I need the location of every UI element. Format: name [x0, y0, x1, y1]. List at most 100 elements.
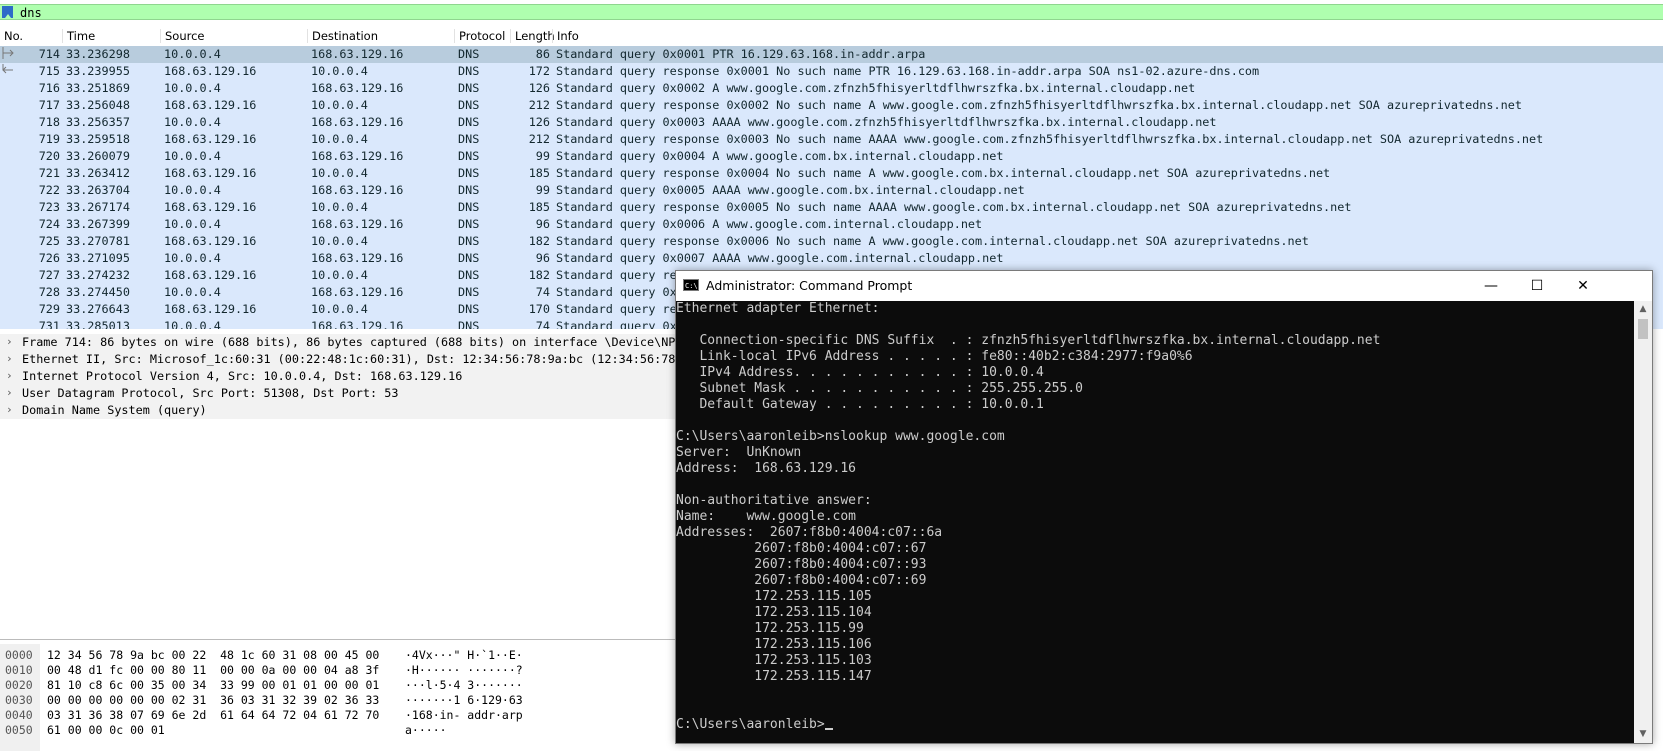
- column-header-length[interactable]: Length: [510, 29, 555, 43]
- scroll-down-icon[interactable]: ▼: [1634, 726, 1652, 743]
- scroll-up-icon[interactable]: ▲: [1634, 301, 1652, 318]
- hex-bytes: 03 31 36 38 07 69 6e 2d 61 64 64 72 04 6…: [47, 708, 380, 722]
- cell-len: 172: [528, 64, 550, 78]
- console-line: Link-local IPv6 Address . . . . . : fe80…: [676, 349, 1193, 364]
- cell-no: 716: [38, 81, 60, 95]
- packet-row[interactable]: 717 33.256048 168.63.129.16 10.0.0.4 DNS 212 S…: [0, 97, 1663, 114]
- cell-len: 74: [535, 285, 550, 299]
- column-header-time[interactable]: Time: [62, 29, 95, 43]
- cell-time: 33.276643: [66, 302, 130, 316]
- cell-proto: DNS: [458, 285, 480, 299]
- packet-row[interactable]: 724 33.267399 10.0.0.4 168.63.129.16 DNS 96 St…: [0, 216, 1663, 233]
- console-line: C:\Users\aaronleib>nslookup www.google.c…: [676, 429, 1005, 444]
- hex-bytes: 61 00 00 0c 00 01: [47, 723, 165, 737]
- cell-info: Standard query response 0x0004 No such n…: [556, 166, 1331, 180]
- cell-len: 185: [528, 200, 550, 214]
- cell-src: 168.63.129.16: [164, 98, 257, 112]
- detail-tree-item[interactable]: › Domain Name System (query): [0, 402, 676, 419]
- cell-time: 33.270781: [66, 234, 130, 248]
- window-titlebar[interactable]: C:\. Administrator: Command Prompt — ☐ ✕: [676, 271, 1652, 301]
- expand-arrow-icon[interactable]: ›: [6, 335, 13, 348]
- cell-no: 729: [38, 302, 60, 316]
- hex-ascii: ···l·5·4 3·······: [405, 678, 523, 692]
- detail-tree-item[interactable]: › User Datagram Protocol, Src Port: 51308…: [0, 385, 676, 402]
- detail-tree-item[interactable]: › Ethernet II, Src: Microsof_1c:60:31 (00…: [0, 351, 676, 368]
- cell-no: 725: [38, 234, 60, 248]
- maximize-button[interactable]: ☐: [1514, 271, 1560, 301]
- cell-no: 717: [38, 98, 60, 112]
- packet-row[interactable]: 716 33.251869 10.0.0.4 168.63.129.16 DNS 126 S…: [0, 80, 1663, 97]
- cell-dst: 168.63.129.16: [311, 319, 404, 329]
- expand-arrow-icon[interactable]: ›: [6, 369, 13, 382]
- column-header-source[interactable]: Source: [160, 29, 205, 43]
- cell-src: 168.63.129.16: [164, 234, 257, 248]
- cell-dst: 10.0.0.4: [311, 166, 368, 180]
- console-scrollbar[interactable]: ▲ ▼: [1634, 301, 1652, 743]
- expand-arrow-icon[interactable]: ›: [6, 403, 13, 416]
- packet-row[interactable]: 725 33.270781 168.63.129.16 10.0.0.4 DNS 182 S…: [0, 233, 1663, 250]
- cell-dst: 10.0.0.4: [311, 234, 368, 248]
- console-line: Name: www.google.com: [676, 509, 857, 524]
- scrollbar-thumb[interactable]: [1638, 319, 1648, 339]
- packet-row[interactable]: 718 33.256357 10.0.0.4 168.63.129.16 DNS 126 S…: [0, 114, 1663, 131]
- hex-off: 0030: [5, 693, 33, 707]
- packet-row[interactable]: 722 33.263704 10.0.0.4 168.63.129.16 DNS 99 St…: [0, 182, 1663, 199]
- cell-no: 731: [38, 319, 60, 329]
- packet-row[interactable]: 720 33.260079 10.0.0.4 168.63.129.16 DNS 99 St…: [0, 148, 1663, 165]
- cell-proto: DNS: [458, 132, 480, 146]
- console-line: Addresses: 2607:f8b0:4004:c07::6a: [676, 525, 943, 540]
- console-line: Ethernet adapter Ethernet:: [676, 301, 880, 316]
- packet-row[interactable]: 714 33.236298 10.0.0.4 168.63.129.16 DNS 86 St…: [0, 46, 1663, 63]
- packet-row[interactable]: 726 33.271095 10.0.0.4 168.63.129.16 DNS 96 St…: [0, 250, 1663, 267]
- cell-proto: DNS: [458, 268, 480, 282]
- cell-time: 33.274232: [66, 268, 130, 282]
- cell-dst: 168.63.129.16: [311, 251, 404, 265]
- detail-tree-item[interactable]: › Frame 714: 86 bytes on wire (688 bits),…: [0, 334, 676, 351]
- console-prompt: C:\Users\aaronleib>: [676, 717, 825, 732]
- packet-list-header: No. Time Source Destination Protocol Len…: [0, 26, 1663, 47]
- cell-proto: DNS: [458, 302, 480, 316]
- column-header-no[interactable]: No.: [0, 29, 23, 43]
- detail-tree-item[interactable]: › Internet Protocol Version 4, Src: 10.0.…: [0, 368, 676, 385]
- packet-details-pane: › Frame 714: 86 bytes on wire (688 bits),…: [0, 334, 676, 640]
- console-line: Address: 168.63.129.16: [676, 461, 857, 476]
- console-line: 2607:f8b0:4004:c07::67: [676, 541, 927, 556]
- cell-dst: 10.0.0.4: [311, 200, 368, 214]
- display-filter-bar[interactable]: dns: [0, 4, 1663, 20]
- packet-row[interactable]: 719 33.259518 168.63.129.16 10.0.0.4 DNS 212 S…: [0, 131, 1663, 148]
- cell-dst: 168.63.129.16: [311, 115, 404, 129]
- cell-no: 720: [38, 149, 60, 163]
- column-header-info[interactable]: Info: [552, 29, 579, 43]
- console-prompt-line[interactable]: C:\Users\aaronleib>: [676, 717, 1634, 733]
- cell-proto: DNS: [458, 200, 480, 214]
- hex-off: 0050: [5, 723, 33, 737]
- bookmark-icon[interactable]: [2, 6, 13, 18]
- console-line: Connection-specific DNS Suffix . : zfnzh…: [676, 333, 1381, 348]
- cell-info: Standard query re: [556, 268, 677, 282]
- cell-dst: 10.0.0.4: [311, 98, 368, 112]
- column-header-protocol[interactable]: Protocol: [454, 29, 505, 43]
- packet-row[interactable]: 723 33.267174 168.63.129.16 10.0.0.4 DNS 185 S…: [0, 199, 1663, 216]
- cell-dst: 10.0.0.4: [311, 302, 368, 316]
- cell-src: 168.63.129.16: [164, 268, 257, 282]
- command-prompt-window[interactable]: C:\. Administrator: Command Prompt — ☐ ✕…: [675, 270, 1653, 744]
- column-header-destination[interactable]: Destination: [307, 29, 378, 43]
- console-line: 2607:f8b0:4004:c07::93: [676, 557, 927, 572]
- packet-row[interactable]: 721 33.263412 168.63.129.16 10.0.0.4 DNS 185 S…: [0, 165, 1663, 182]
- expand-arrow-icon[interactable]: ›: [6, 386, 13, 399]
- expand-arrow-icon[interactable]: ›: [6, 352, 13, 365]
- console-output[interactable]: Ethernet adapter Ethernet: Connection-sp…: [676, 301, 1634, 743]
- display-filter-input[interactable]: dns: [20, 6, 42, 20]
- packet-row[interactable]: 715 33.239955 168.63.129.16 10.0.0.4 DNS 172 S…: [0, 63, 1663, 80]
- detail-text: Frame 714: 86 bytes on wire (688 bits), …: [22, 335, 676, 349]
- cell-info: Standard query response 0x0005 No such n…: [556, 200, 1352, 214]
- cell-dst: 10.0.0.4: [311, 64, 368, 78]
- cell-time: 33.239955: [66, 64, 130, 78]
- cell-src: 168.63.129.16: [164, 302, 257, 316]
- close-button[interactable]: ✕: [1560, 271, 1606, 301]
- cell-info: Standard query 0x0005 AAAA www.google.co…: [556, 183, 1025, 197]
- cell-time: 33.259518: [66, 132, 130, 146]
- minimize-button[interactable]: —: [1468, 271, 1514, 301]
